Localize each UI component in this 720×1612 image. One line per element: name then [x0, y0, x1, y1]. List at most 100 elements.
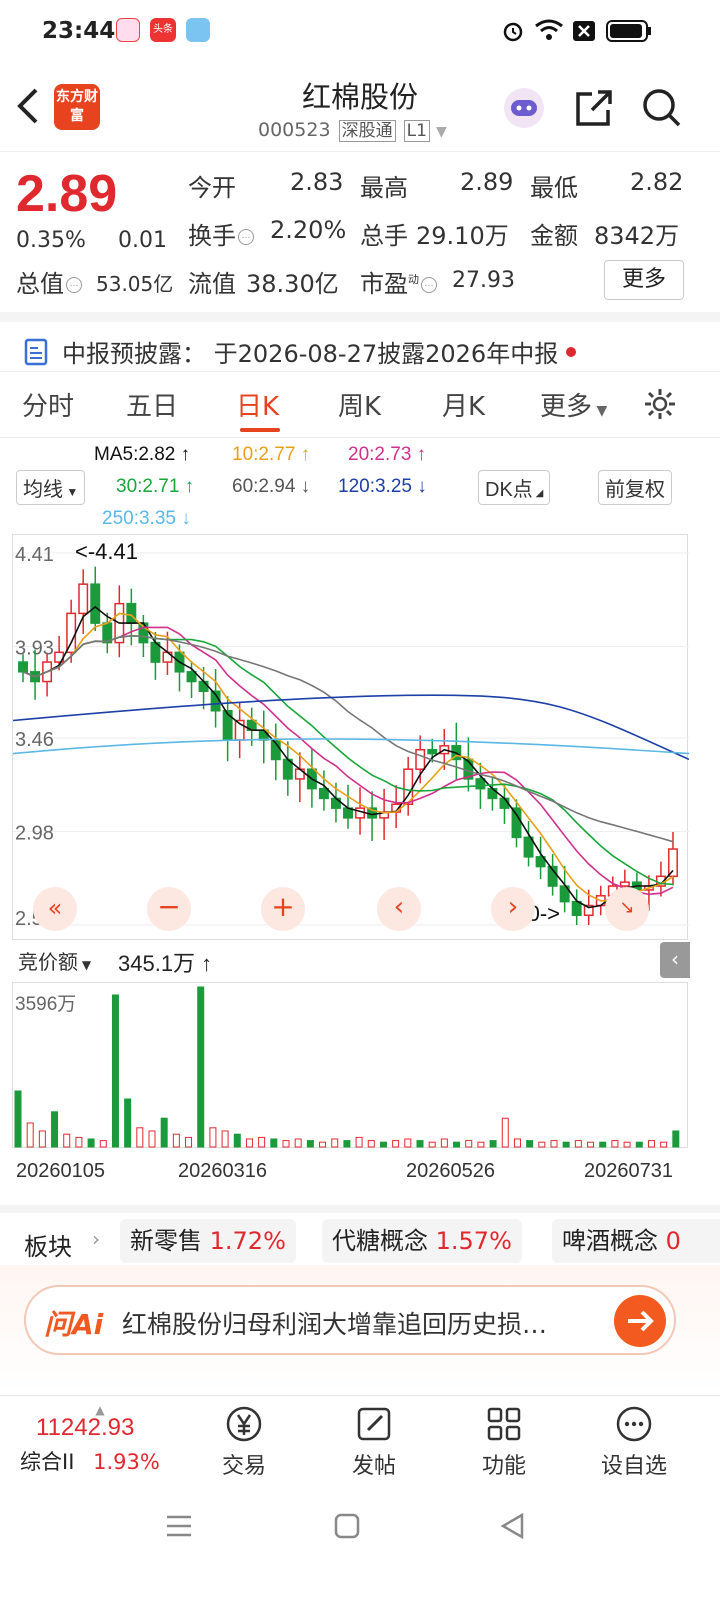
ma20-line — [22, 626, 674, 896]
volume-bar — [672, 1130, 680, 1148]
change-amount: 0.01 — [118, 228, 167, 253]
home-icon[interactable] — [332, 1511, 362, 1541]
volume-header: 竞价额 ▼ 345.1万 ↑ ‹ — [0, 940, 720, 980]
info-icon[interactable]: … — [421, 277, 437, 293]
volume-bar — [513, 1138, 521, 1148]
kline-chart[interactable]: 4.413.933.462.982.50<-4.412.50-> « − + ‹… — [12, 534, 690, 940]
nav-trade[interactable]: 交易 — [194, 1404, 294, 1480]
candle-body — [186, 671, 197, 683]
volume-bar — [14, 1090, 22, 1148]
nav-post[interactable]: 发帖 — [324, 1404, 424, 1480]
adjust-button[interactable]: 前复权 — [598, 470, 672, 505]
tab-monthly-k[interactable]: 月K — [442, 386, 485, 423]
y-tick-label: 3.46 — [15, 729, 54, 751]
ai-text: 红棉股份归母利润大增靠追回历史损… — [122, 1310, 548, 1339]
volume-bar — [209, 1127, 217, 1148]
volume-bar — [538, 1141, 546, 1148]
more-button[interactable]: 更多 — [604, 260, 684, 300]
arrow-right-icon — [628, 1310, 654, 1332]
ma30-line — [22, 634, 674, 886]
tab-daily-k[interactable]: 日K — [236, 386, 279, 423]
sector-chip[interactable]: 新零售 1.72% — [120, 1219, 296, 1263]
volume-bar — [51, 1111, 59, 1148]
nav-watchlist-settings[interactable]: 设自选 — [584, 1404, 684, 1480]
robot-assistant-icon[interactable] — [502, 86, 546, 130]
nav-functions[interactable]: 功能 — [454, 1404, 554, 1480]
tab-weekly-k[interactable]: 周K — [338, 386, 381, 423]
ai-go-button[interactable] — [614, 1295, 666, 1347]
ma30-label: 30:2.71 ↑ — [116, 476, 195, 497]
stock-code: 000523 — [258, 119, 331, 141]
search-icon[interactable] — [640, 86, 684, 130]
high-label: 最高 — [360, 174, 408, 202]
chevron-right-icon[interactable]: › — [92, 1227, 100, 1251]
volume-bar — [587, 1141, 595, 1148]
level-badge: L1 — [403, 120, 430, 142]
volume-bar — [428, 1141, 436, 1148]
turnover-value: 2.20% — [270, 216, 347, 244]
dk-point-button[interactable]: DK点 ◢ — [478, 470, 551, 505]
volume-bar — [172, 1133, 180, 1148]
ma5-label: MA5:2.82 ↑ — [94, 444, 191, 465]
info-icon[interactable]: … — [66, 277, 82, 293]
amount-value: 8342万 — [594, 222, 680, 250]
info-icon[interactable]: … — [238, 229, 254, 245]
volume-indicator-selector[interactable]: 竞价额 ▼ — [16, 944, 94, 977]
ai-question-box[interactable]: 问Ai 红棉股份归母利润大增靠追回历史损… — [24, 1285, 676, 1355]
volume-bar — [245, 1138, 253, 1148]
candle-body — [198, 680, 209, 693]
move-right-button[interactable]: › — [491, 887, 535, 931]
date-label: 20260731 — [584, 1160, 673, 1182]
candle-body — [415, 748, 426, 770]
scroll-left-button[interactable]: « — [33, 887, 77, 931]
scroll-right-button[interactable]: ↘ — [605, 887, 649, 931]
notice-bar[interactable]: 中报预披露： 于2026-08-27披露2026年中报 — [0, 312, 720, 372]
date-label: 20260105 — [16, 1160, 105, 1182]
volume-bar — [160, 1117, 168, 1148]
volume-bar — [660, 1141, 668, 1148]
volume-bar — [136, 1127, 144, 1148]
share-icon[interactable] — [572, 86, 616, 130]
volume-bar — [99, 1140, 107, 1148]
stock-code-line: 000523 深股通 L1 ▼ — [258, 116, 447, 142]
mktcap-value: 53.05亿 — [96, 272, 174, 296]
status-time: 23:44 — [42, 18, 116, 44]
volume-bar — [63, 1133, 71, 1148]
ma-legend: MA5:2.82 ↑ 10:2.77 ↑ 20:2.73 ↑ 均线 ▼ 30:2… — [0, 440, 720, 532]
quote-panel: 2.89 0.35% 0.01 今开 2.83 最高 2.89 最低 2.82 … — [0, 152, 720, 302]
collapse-panel-button[interactable]: ‹ — [660, 942, 690, 978]
volume-bar — [26, 1122, 34, 1148]
tab-more[interactable]: 更多 ▼ — [540, 386, 607, 423]
pe-label: 市盈动… — [360, 264, 439, 299]
tab-five-day[interactable]: 五日 — [126, 386, 178, 423]
change-percent: 0.35% — [16, 228, 86, 253]
weather-icon — [186, 18, 210, 42]
dropdown-caret-icon[interactable]: ▼ — [436, 124, 447, 140]
candle-body — [511, 807, 522, 839]
menu-icon[interactable] — [164, 1511, 194, 1541]
candle-body — [90, 583, 101, 624]
back-triangle-icon[interactable] — [498, 1511, 528, 1541]
zoom-in-button[interactable]: + — [261, 887, 305, 931]
volume-bar — [550, 1140, 558, 1148]
volume-bar — [258, 1136, 266, 1148]
candle-body — [318, 787, 329, 800]
volume-bar — [526, 1140, 534, 1148]
ma-selector[interactable]: 均线 ▼ — [16, 470, 86, 505]
wifi-icon — [535, 19, 563, 40]
tab-intraday[interactable]: 分时 — [22, 386, 74, 423]
volume-chart[interactable]: 3596万 — [12, 982, 688, 1148]
move-left-button[interactable]: ‹ — [377, 887, 421, 931]
float-label: 流值 — [188, 270, 236, 298]
low-value: 2.82 — [630, 168, 684, 196]
index-ticker[interactable]: ▲ 11242.93 综合II 1.93% — [20, 1404, 180, 1476]
settings-gear-icon[interactable] — [642, 386, 678, 422]
bottom-nav: ▲ 11242.93 综合II 1.93% 交易 发帖 功能 设自选 — [0, 1395, 720, 1487]
candle-body — [78, 583, 89, 615]
sector-chip[interactable]: 啤酒概念 0 — [552, 1219, 720, 1263]
zoom-out-button[interactable]: − — [147, 887, 191, 931]
candle-body — [571, 900, 582, 917]
index-pct: 1.93% — [93, 1450, 160, 1474]
candle-body — [619, 881, 630, 887]
sector-chip[interactable]: 代糖概念 1.57% — [322, 1219, 522, 1263]
